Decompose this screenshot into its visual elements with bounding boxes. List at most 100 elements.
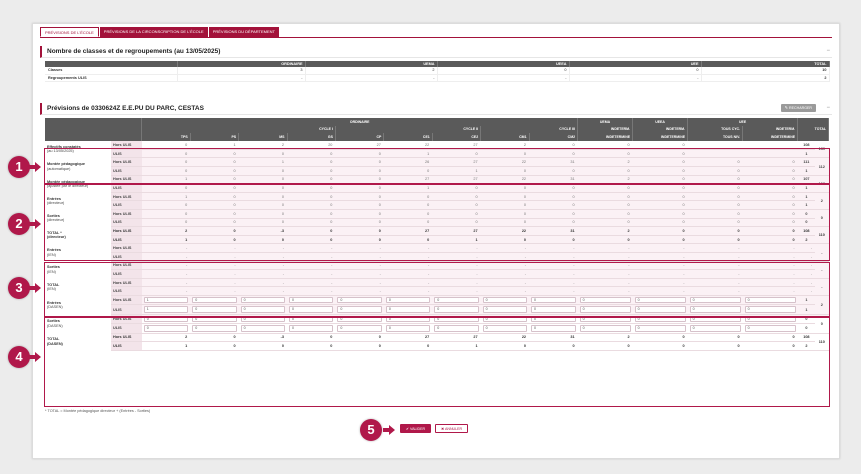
number-input[interactable]: 0 (531, 306, 576, 313)
number-input[interactable]: 0 (337, 306, 382, 313)
cell-value: 0 (632, 341, 688, 351)
input-cell: 0 (238, 314, 288, 325)
number-input[interactable]: 0 (434, 296, 479, 304)
input-cell: 0 (529, 295, 578, 306)
number-input[interactable]: 0 (579, 296, 631, 304)
number-input[interactable]: 0 (744, 296, 796, 304)
number-input[interactable]: 0 (482, 306, 528, 313)
number-input[interactable]: 0 (289, 306, 334, 313)
number-input[interactable]: 0 (385, 296, 431, 304)
number-input[interactable]: 0 (744, 325, 796, 332)
header-uema: UEMA (577, 118, 634, 126)
number-input[interactable]: 0 (689, 315, 741, 323)
number-input[interactable]: 0 (240, 315, 286, 323)
cell-value: 22 (480, 175, 530, 185)
number-input[interactable]: 0 (385, 306, 431, 313)
number-input[interactable]: 0 (482, 296, 528, 304)
cell-subtotal: 107 (797, 175, 816, 185)
cell-value: 0 (335, 166, 384, 176)
number-input[interactable]: 0 (634, 325, 686, 332)
cell-value: 0 (687, 200, 743, 211)
number-input[interactable]: 0 (744, 315, 796, 323)
cell-value: 0 (287, 200, 336, 211)
cell-grand-total: 139 (815, 140, 829, 159)
collapse-icon[interactable]: − (826, 103, 830, 114)
row-subtitle: (DASEN) (47, 341, 63, 346)
tab-school-forecasts[interactable]: Prévisions de l'école (40, 27, 99, 37)
table-row: ULIS 0 0 0 0 0 0 0 0 0 0 0 0 0 0 (45, 218, 829, 228)
cell-value: - (687, 261, 743, 271)
input-cell: 0 (383, 295, 433, 306)
number-input[interactable]: 0 (385, 325, 431, 332)
input-cell: 0 (742, 314, 798, 325)
arrow-right-icon (29, 162, 41, 172)
cell-value: 0 (335, 183, 384, 193)
row-label: TOTAL * (directeur) (45, 226, 111, 244)
number-input[interactable]: 0 (434, 306, 479, 313)
cell-value: 0 (529, 140, 578, 150)
cell-value: - (141, 278, 191, 288)
number-input[interactable]: 1 (143, 296, 189, 304)
reload-button[interactable]: ✎Recharger (780, 104, 816, 112)
tab-district-forecasts[interactable]: Prévisions de la circonscription de l'éc… (99, 27, 208, 37)
input-cell: 0 (529, 314, 578, 325)
number-input[interactable]: 0 (482, 325, 528, 332)
header-total: TOTAL (797, 118, 829, 141)
cancel-button[interactable]: ✖ Annuler (435, 424, 469, 433)
number-input[interactable]: 1 (143, 306, 189, 313)
table-row: Montée pédagogique (ajustée par le direct… (45, 175, 829, 193)
number-input[interactable]: 0 (434, 325, 479, 332)
number-input[interactable]: 0 (689, 306, 741, 313)
number-input[interactable]: 0 (143, 325, 189, 332)
cell-value: 0 (529, 200, 578, 211)
number-input[interactable]: 0 (744, 306, 796, 313)
number-input[interactable]: 0 (289, 296, 334, 304)
row-label: Effectifs constatés (au 13/05/2025) (45, 140, 111, 158)
cell-value: - (190, 243, 239, 253)
number-input[interactable]: 0 (579, 306, 631, 313)
number-input[interactable]: 0 (689, 296, 741, 304)
number-input[interactable]: 0 (240, 296, 286, 304)
collapse-icon[interactable]: − (826, 46, 830, 57)
header-level: CM1 (480, 133, 530, 141)
number-input[interactable]: 0 (482, 315, 528, 323)
number-input[interactable]: 0 (634, 306, 686, 313)
number-input[interactable]: 0 (289, 325, 334, 332)
number-input[interactable]: 0 (192, 296, 237, 304)
number-input[interactable]: 0 (634, 315, 686, 323)
number-input[interactable]: 0 (192, 315, 237, 323)
number-input[interactable]: 0 (337, 325, 382, 332)
number-input[interactable]: 0 (579, 325, 631, 332)
number-input[interactable]: 0 (240, 306, 286, 313)
number-input[interactable]: 0 (192, 306, 237, 313)
row-subtitle: (IEN) (47, 269, 56, 274)
number-input[interactable]: 0 (337, 296, 382, 304)
number-input[interactable]: 0 (689, 325, 741, 332)
input-cell: 0 (287, 304, 336, 315)
number-input[interactable]: 0 (531, 296, 576, 304)
number-input[interactable]: 0 (337, 315, 382, 323)
cell-value: 0 (577, 200, 633, 211)
cell-value: 0 (238, 218, 288, 228)
row-subtitle: (directeur) (47, 200, 65, 205)
number-input[interactable]: 0 (192, 325, 237, 332)
header-ueea-indeterm: INDETERM. (632, 125, 689, 134)
number-input[interactable]: 0 (434, 315, 479, 323)
cell-subtotal: 0 (797, 209, 816, 219)
cell-value: 0 (287, 235, 336, 245)
number-input[interactable]: 0 (579, 315, 631, 323)
cell-value: 0 (383, 192, 433, 202)
cell-value: 0 (742, 175, 798, 185)
row-sublabel: Hors ULIS (111, 261, 142, 271)
validate-button[interactable]: ✔ Valider (400, 424, 432, 433)
tab-department-forecasts[interactable]: Prévisions du département (208, 27, 279, 37)
number-input[interactable]: 0 (385, 315, 431, 323)
number-input[interactable]: 0 (289, 315, 334, 323)
number-input[interactable]: 0 (240, 325, 286, 332)
cell-value: 0 (190, 183, 239, 193)
number-input[interactable]: 0 (531, 325, 576, 332)
cell-value: - (190, 286, 239, 296)
number-input[interactable]: 0 (634, 296, 686, 304)
number-input[interactable]: 0 (531, 315, 576, 323)
number-input[interactable]: 0 (143, 315, 189, 323)
